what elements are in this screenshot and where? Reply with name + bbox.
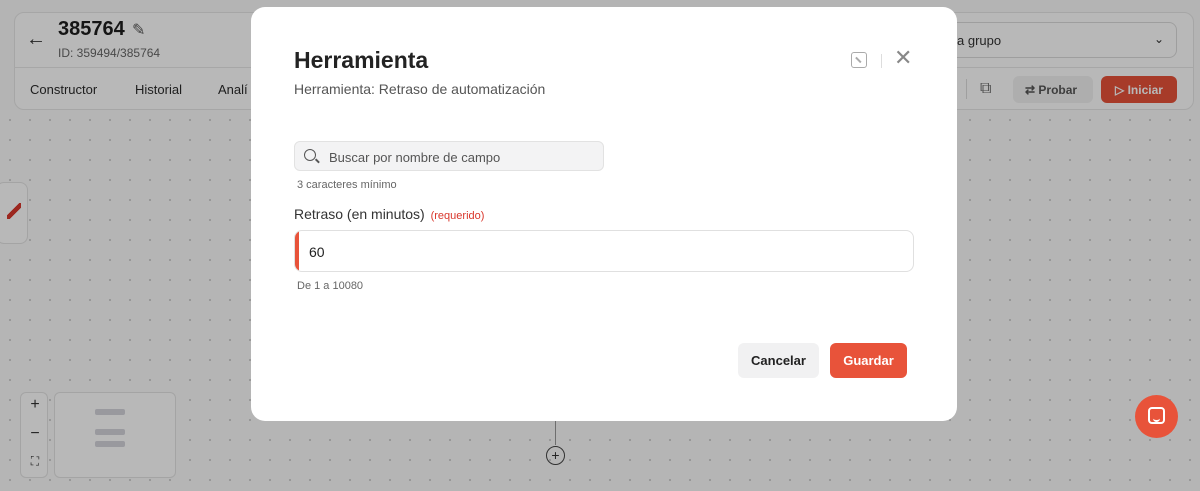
- tool-dialog: Herramienta Herramienta: Retraso de auto…: [251, 7, 957, 421]
- search-icon: [304, 149, 316, 161]
- search-input[interactable]: [329, 147, 597, 167]
- delay-label-text: Retraso (en minutos): [294, 206, 425, 222]
- chat-icon: [1148, 407, 1165, 424]
- delay-range-hint: De 1 a 10080: [297, 280, 364, 292]
- dialog-header-divider: [881, 54, 882, 68]
- cancel-button[interactable]: Cancelar: [738, 343, 819, 378]
- delay-field-label: Retraso (en minutos) (requerido): [294, 206, 484, 222]
- search-hint: 3 caracteres mínimo: [297, 179, 397, 191]
- delay-input[interactable]: [309, 242, 889, 262]
- required-badge: (requerido): [430, 210, 485, 222]
- dialog-title: Herramienta: [294, 47, 429, 73]
- delay-field: [294, 230, 914, 272]
- save-button[interactable]: Guardar: [830, 343, 907, 378]
- expand-icon[interactable]: [851, 52, 867, 68]
- chat-button[interactable]: [1135, 395, 1178, 438]
- close-icon[interactable]: ✕: [894, 47, 912, 69]
- focus-accent: [295, 231, 299, 271]
- field-search: [294, 141, 604, 171]
- dialog-subtitle: Herramienta: Retraso de automatización: [294, 81, 546, 97]
